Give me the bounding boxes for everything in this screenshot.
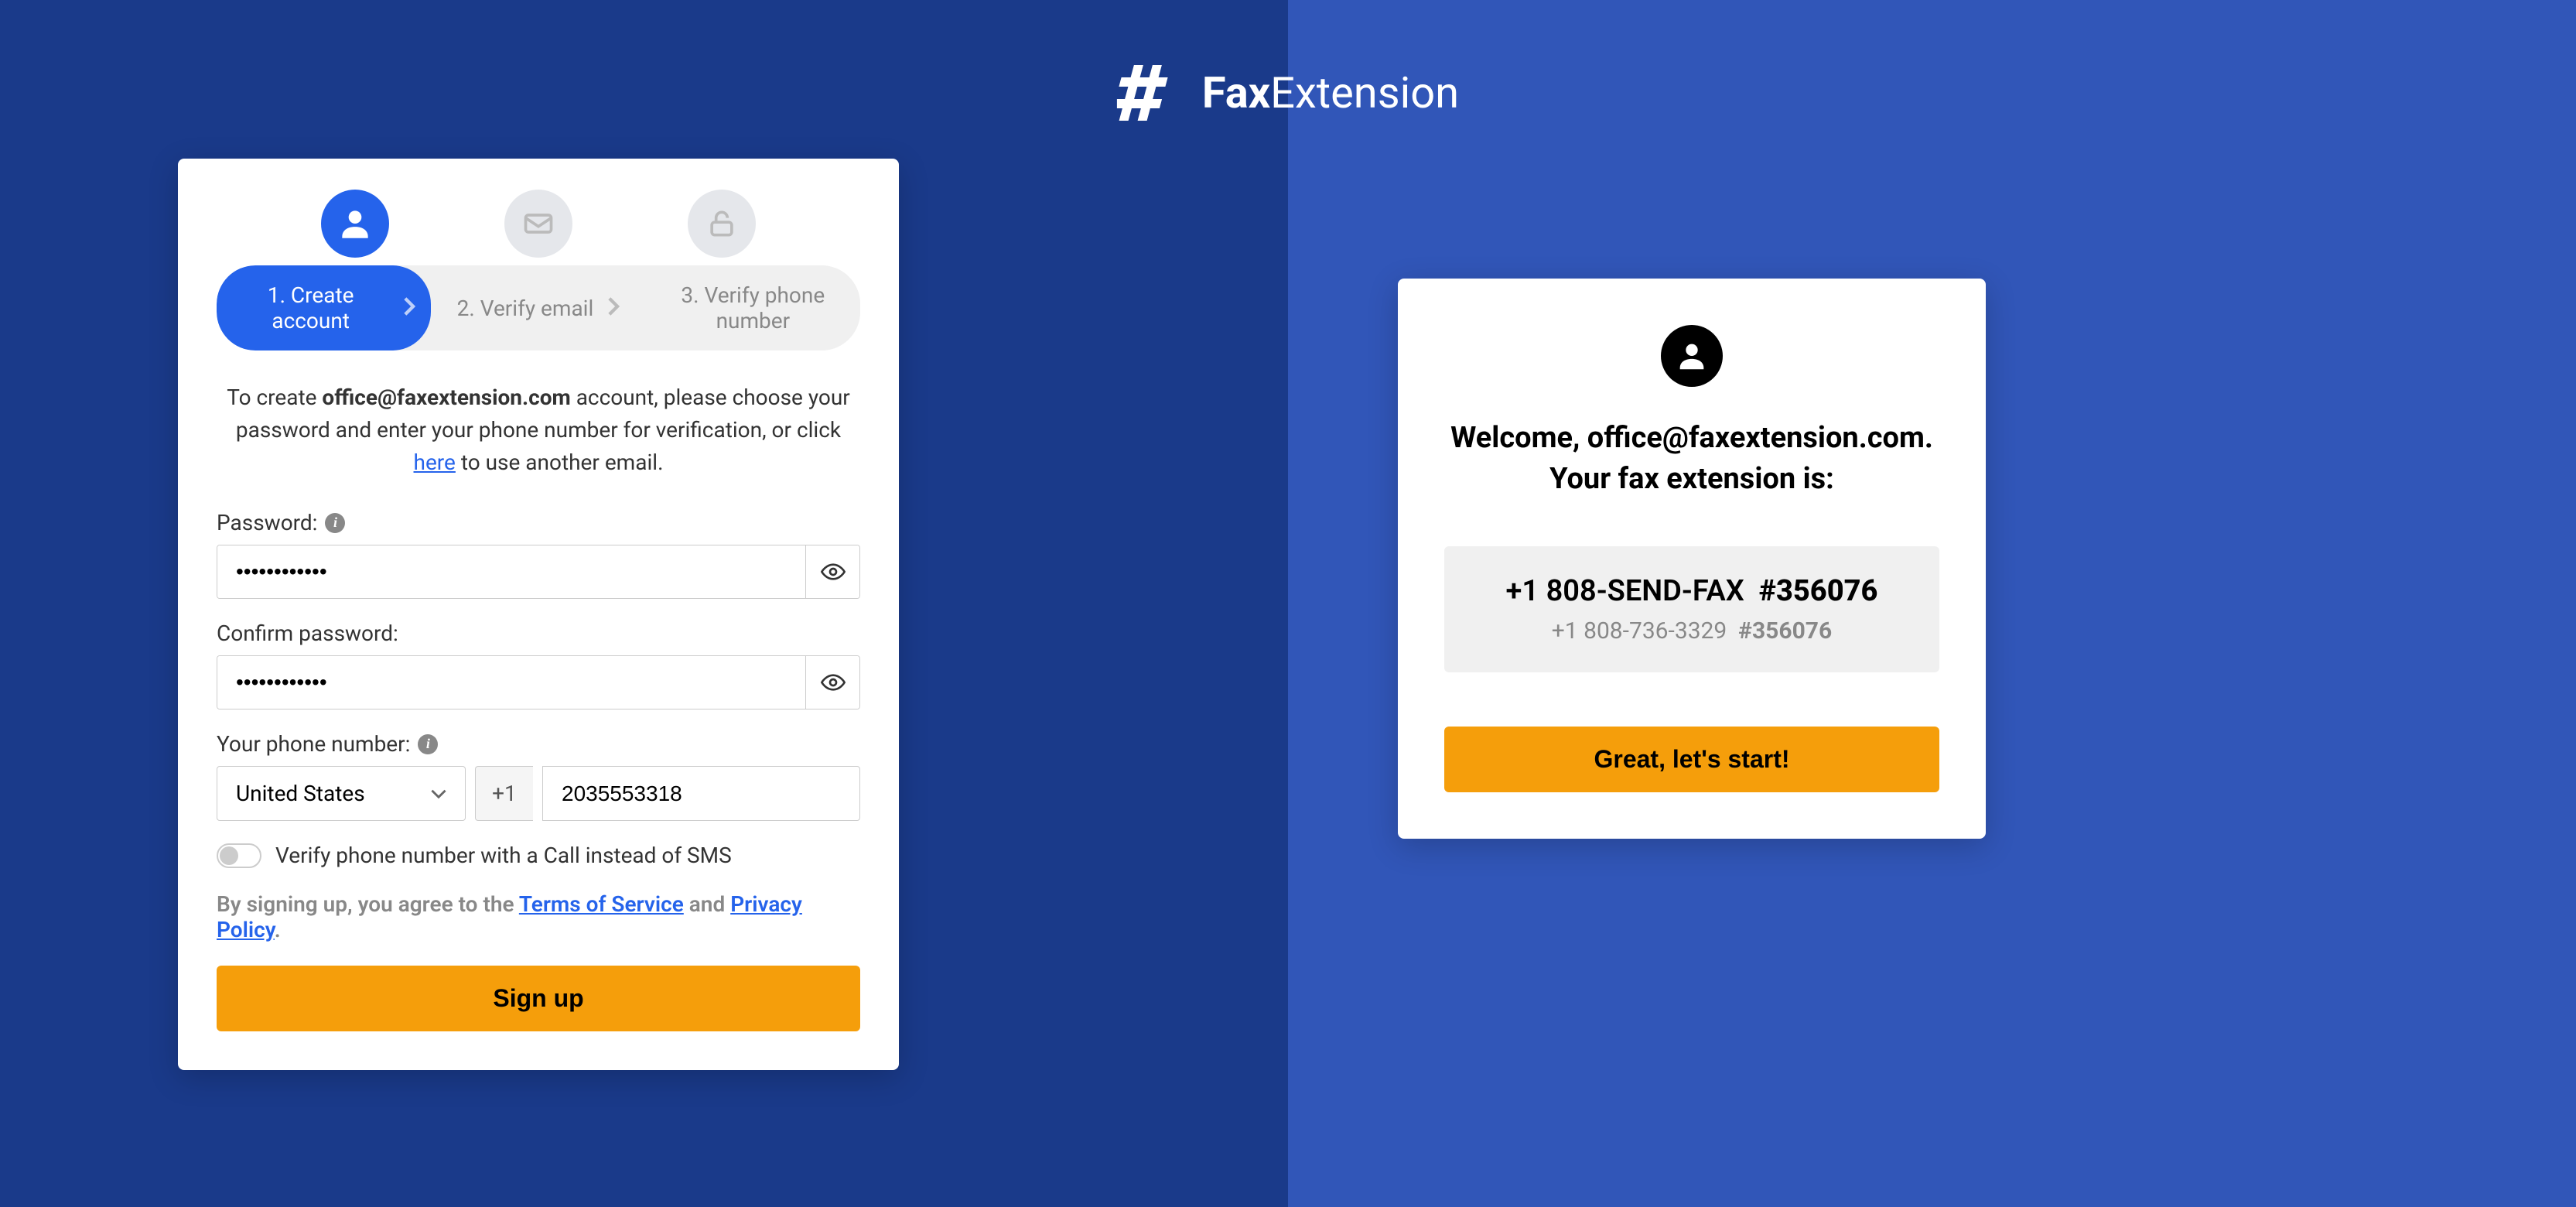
phone-input[interactable] bbox=[542, 766, 860, 821]
chevron-right-icon bbox=[607, 296, 620, 321]
tab-create-account[interactable]: 1. Create account bbox=[217, 265, 431, 350]
phone-input-row: United States +1 bbox=[217, 766, 860, 821]
toggle-confirm-visibility[interactable] bbox=[805, 656, 859, 709]
steps-tabs: 1. Create account 2. Verify email 3. Ver… bbox=[217, 265, 860, 350]
confirm-password-label-row: Confirm password: bbox=[217, 621, 860, 646]
start-button[interactable]: Great, let's start! bbox=[1444, 727, 1939, 792]
tab-verify-phone: 3. Verify phone number bbox=[646, 265, 860, 350]
phone-label: Your phone number: bbox=[217, 731, 410, 757]
person-icon bbox=[1674, 338, 1710, 374]
tab-verify-email: 2. Verify email bbox=[431, 265, 645, 350]
password-input[interactable] bbox=[217, 545, 805, 598]
terms-text: By signing up, you agree to the Terms of… bbox=[217, 891, 860, 942]
call-toggle[interactable] bbox=[217, 843, 261, 868]
chevron-right-icon bbox=[403, 296, 415, 321]
confirm-password-group: Confirm password: bbox=[217, 621, 860, 709]
fax-vanity-line: +1 808-SEND-FAX #356076 bbox=[1467, 574, 1916, 608]
tab-verify-email-label: 2. Verify email bbox=[457, 296, 594, 321]
call-toggle-label: Verify phone number with a Call instead … bbox=[275, 843, 732, 868]
logo: FaxExtension bbox=[1117, 62, 1459, 124]
welcome-heading: Welcome, office@faxextension.com. Your f… bbox=[1444, 418, 1939, 500]
eye-icon bbox=[821, 670, 846, 695]
info-icon[interactable]: i bbox=[418, 734, 438, 754]
hash-icon bbox=[1117, 62, 1179, 124]
signup-card: 1. Create account 2. Verify email 3. Ver… bbox=[178, 159, 899, 1070]
tab-create-account-label: 1. Create account bbox=[232, 282, 389, 333]
logo-text: FaxExtension bbox=[1202, 67, 1459, 118]
call-toggle-row: Verify phone number with a Call instead … bbox=[217, 843, 860, 868]
confirm-password-label: Confirm password: bbox=[217, 621, 398, 646]
mail-icon bbox=[521, 207, 555, 241]
step-3-icon bbox=[688, 190, 756, 258]
welcome-avatar bbox=[1661, 325, 1723, 387]
use-another-email-link[interactable]: here bbox=[414, 450, 456, 475]
fax-info-box: +1 808-SEND-FAX #356076 +1 808-736-3329 … bbox=[1444, 546, 1939, 672]
instruction-text: To create office@faxextension.com accoun… bbox=[217, 381, 860, 479]
left-panel: 1. Create account 2. Verify email 3. Ver… bbox=[0, 0, 1288, 1207]
page-container: 1. Create account 2. Verify email 3. Ver… bbox=[0, 0, 2576, 1207]
person-icon bbox=[336, 204, 374, 243]
password-label-row: Password: i bbox=[217, 510, 860, 535]
phone-group: Your phone number: i United States +1 bbox=[217, 731, 860, 821]
fax-numeric-line: +1 808-736-3329 #356076 bbox=[1467, 617, 1916, 645]
lock-icon bbox=[705, 207, 739, 241]
phone-label-row: Your phone number: i bbox=[217, 731, 860, 757]
eye-icon bbox=[821, 559, 846, 584]
instruction-email: office@faxextension.com bbox=[322, 385, 570, 410]
password-label: Password: bbox=[217, 510, 317, 535]
steps-icons-row bbox=[217, 190, 860, 258]
step-2-icon bbox=[504, 190, 572, 258]
signup-button[interactable]: Sign up bbox=[217, 966, 860, 1031]
password-group: Password: i bbox=[217, 510, 860, 599]
country-select[interactable]: United States bbox=[217, 766, 466, 821]
info-icon[interactable]: i bbox=[325, 513, 345, 533]
toggle-password-visibility[interactable] bbox=[805, 545, 859, 598]
confirm-password-input[interactable] bbox=[217, 656, 805, 709]
confirm-password-input-wrapper bbox=[217, 655, 860, 709]
country-code: +1 bbox=[475, 766, 533, 821]
toggle-knob bbox=[220, 846, 238, 865]
password-input-wrapper bbox=[217, 545, 860, 599]
country-value: United States bbox=[236, 781, 365, 806]
terms-of-service-link[interactable]: Terms of Service bbox=[519, 891, 684, 917]
chevron-down-icon bbox=[431, 786, 446, 802]
welcome-card: Welcome, office@faxextension.com. Your f… bbox=[1398, 279, 1986, 839]
tab-verify-phone-label: 3. Verify phone number bbox=[661, 282, 845, 333]
right-panel: Welcome, office@faxextension.com. Your f… bbox=[1288, 0, 2576, 1207]
step-1-icon bbox=[321, 190, 389, 258]
